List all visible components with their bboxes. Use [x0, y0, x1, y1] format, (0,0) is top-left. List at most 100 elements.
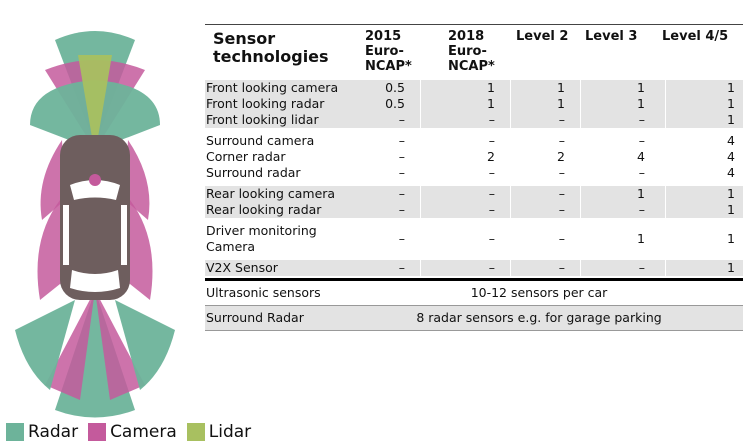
cell-value: –	[638, 133, 645, 148]
column-separator	[580, 223, 581, 255]
col-header-2018: 2018 Euro-NCAP*	[448, 29, 495, 74]
cell-value: 4	[727, 149, 735, 164]
cell-value: –	[398, 186, 405, 201]
cell-value: –	[638, 112, 645, 127]
column-separator	[510, 260, 511, 276]
cell-value: 1	[727, 112, 735, 127]
cell-value: –	[398, 202, 405, 217]
legend-label: Radar	[28, 422, 79, 442]
column-separator	[665, 223, 666, 255]
column-separator	[580, 186, 581, 218]
column-separator	[510, 133, 511, 181]
cell-value: 1	[557, 80, 565, 95]
column-separator	[510, 186, 511, 218]
row-label: Rear looking camera	[206, 186, 336, 201]
mirror-camera-dot	[89, 174, 101, 186]
cell-value: 1	[727, 186, 735, 201]
cell-value: –	[488, 165, 495, 180]
column-separator	[420, 260, 421, 276]
row-group: Rear looking camera – – –1 1 Rear looking rad…	[205, 186, 743, 218]
cell-value: 4	[727, 165, 735, 180]
cell-value: 1	[727, 260, 735, 275]
cell-value: 1	[557, 96, 565, 111]
cell-value: 1	[637, 186, 645, 201]
cell-value: –	[398, 112, 405, 127]
cell-value: –	[558, 202, 565, 217]
table-row: Surround camera – – – – 4	[205, 133, 743, 149]
column-separator	[580, 80, 581, 128]
row-group: Driver monitoring Camera – – – 1 1	[205, 223, 743, 255]
cell-value: –	[488, 260, 495, 275]
cell-value: –	[558, 186, 565, 201]
legend-swatch	[186, 423, 205, 441]
cell-value: 1	[637, 231, 645, 246]
table-row: Front looking radar 0.5 1 1 1 1	[205, 96, 743, 112]
table-row: Surround radar – – – – 4	[205, 165, 743, 181]
footer-row-label: Surround Radar	[206, 310, 304, 325]
table-row: Rear looking radar – – – – 1	[205, 202, 743, 218]
table-row: Front looking lidar – – – – 1	[205, 112, 743, 128]
table-row: Front looking camera 0.5 1 1 1 1	[205, 80, 743, 96]
column-separator	[510, 80, 511, 128]
sensor-table: Sensor technologies 2015 Euro-NCAP* 2018…	[205, 24, 743, 331]
legend-label: Camera	[110, 422, 177, 442]
legend: Radar Camera Lidar	[6, 420, 261, 444]
sensor-coverage-illustration	[15, 31, 175, 418]
column-separator	[580, 133, 581, 181]
footer-row-text: 8 radar sensors e.g. for garage parking	[416, 310, 662, 325]
legend-item-camera: Camera	[88, 422, 177, 442]
legend-swatch	[6, 423, 24, 441]
cell-value: –	[398, 149, 405, 164]
footer-row: Ultrasonic sensors 10-12 sensors per car	[205, 281, 743, 306]
table-footer: Ultrasonic sensors 10-12 sensors per car S…	[205, 281, 743, 331]
cell-value: –	[488, 112, 495, 127]
row-label: Surround radar	[206, 165, 301, 180]
table-body: Front looking camera 0.5 1 1 1 1 Front looking…	[205, 80, 743, 276]
legend-label: Lidar	[208, 422, 252, 442]
column-separator	[580, 260, 581, 276]
cell-value: –	[558, 260, 565, 275]
legend-item-lidar: Lidar	[186, 422, 252, 442]
row-label: Rear looking radar	[206, 202, 322, 217]
row-label: Driver monitoring Camera	[206, 223, 317, 254]
cell-value: –	[398, 260, 405, 275]
column-separator	[510, 223, 511, 255]
cell-value: 1	[637, 80, 645, 95]
table-header: Sensor technologies 2015 Euro-NCAP* 2018…	[205, 24, 743, 80]
cell-value: –	[488, 133, 495, 148]
row-label: Front looking lidar	[206, 112, 319, 127]
column-separator	[665, 260, 666, 276]
cell-value: 1	[487, 96, 495, 111]
column-separator	[420, 223, 421, 255]
col-header-2015: 2015 Euro-NCAP*	[365, 29, 412, 74]
table-row: Corner radar – 2 2 4 4	[205, 149, 743, 165]
row-group: V2X Sensor – – – – 1	[205, 260, 743, 276]
cell-value: 1	[487, 80, 495, 95]
row-label: Surround camera	[206, 133, 315, 148]
cell-value: 2	[557, 149, 565, 164]
footer-row-label: Ultrasonic sensors	[206, 285, 321, 300]
column-separator	[420, 186, 421, 218]
cell-value: –	[558, 112, 565, 127]
cell-value: –	[398, 165, 405, 180]
row-group: Surround camera – – – –4 Corner radar –2 2 4 4 Sur…	[205, 133, 743, 181]
cell-value: 1	[727, 231, 735, 246]
left-side-window	[63, 205, 69, 265]
cell-value: –	[638, 202, 645, 217]
column-separator	[665, 186, 666, 218]
col-header-level3: Level 3	[585, 29, 638, 44]
legend-swatch	[88, 423, 107, 441]
cell-value: 1	[727, 96, 735, 111]
column-separator	[665, 133, 666, 181]
cell-value: –	[488, 202, 495, 217]
column-separator	[665, 80, 666, 128]
column-separator	[420, 80, 421, 128]
cell-value: –	[398, 133, 405, 148]
cell-value: –	[558, 165, 565, 180]
cell-value: –	[638, 260, 645, 275]
cell-value: –	[488, 186, 495, 201]
row-label: Front looking camera	[206, 80, 339, 95]
cell-value: –	[488, 231, 495, 246]
cell-value: –	[558, 133, 565, 148]
footer-row: Surround Radar 8 radar sensors e.g. for g…	[205, 306, 743, 331]
